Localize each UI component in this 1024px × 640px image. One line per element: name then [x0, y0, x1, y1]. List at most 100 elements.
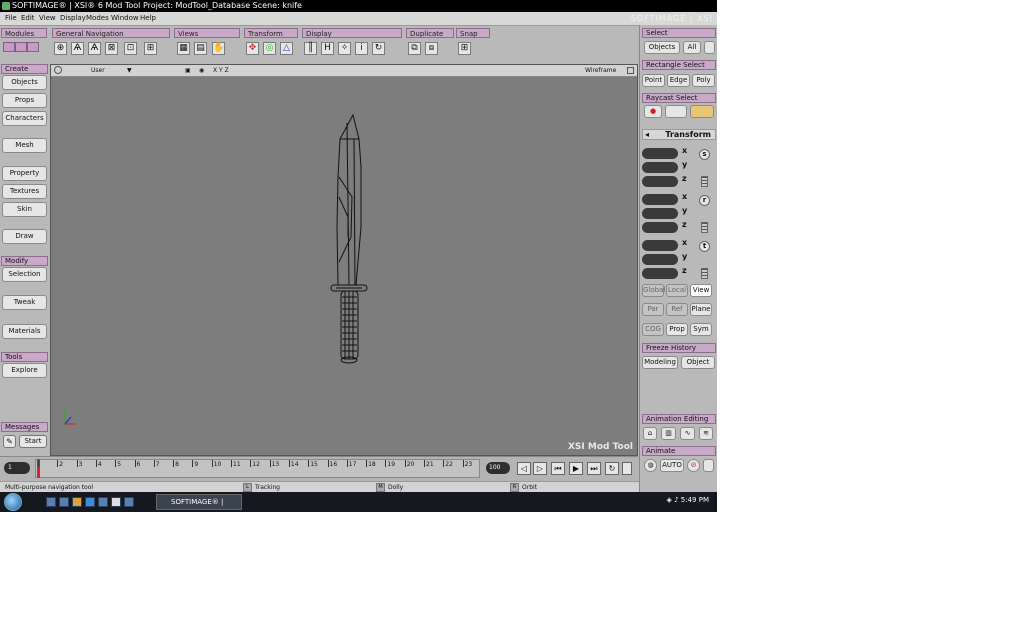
translate-button[interactable]: t: [699, 241, 710, 252]
quicklaunch-media-icon[interactable]: [98, 497, 108, 507]
draw-button[interactable]: Draw: [2, 229, 47, 244]
current-frame-field[interactable]: 1: [4, 462, 30, 474]
taskbar-softimage-item[interactable]: SOFTIMAGE® | XSI...: [156, 494, 242, 510]
scale-x-field[interactable]: [642, 148, 678, 159]
skin-button[interactable]: Skin: [2, 202, 47, 217]
freeze-modeling-button[interactable]: Modeling: [642, 356, 678, 369]
eye-icon[interactable]: ◉: [199, 65, 204, 76]
cog-button[interactable]: COG: [642, 323, 664, 336]
camera-icon[interactable]: ▣: [185, 65, 191, 76]
camera-dropdown-arrow-icon[interactable]: ▼: [127, 65, 132, 76]
quicklaunch-app-icon[interactable]: [124, 497, 134, 507]
maximize-viewport-icon[interactable]: [627, 67, 634, 74]
navigation-icon[interactable]: ⊕: [54, 42, 67, 55]
translate-lock-icon[interactable]: [701, 268, 708, 279]
select-options-icon[interactable]: [704, 41, 715, 54]
refresh-icon[interactable]: ↻: [372, 42, 385, 55]
edge-select-button[interactable]: Edge: [667, 74, 690, 87]
menu-display[interactable]: Display: [60, 14, 86, 22]
raycast-poly-icon[interactable]: [690, 105, 714, 118]
previous-key-icon[interactable]: ◁: [517, 462, 531, 475]
duplicate-icon[interactable]: ⧉: [408, 42, 421, 55]
view-split-icon[interactable]: ▤: [194, 42, 207, 55]
remove-key-icon[interactable]: ⊘: [687, 459, 700, 472]
scale-icon[interactable]: △: [280, 42, 293, 55]
anim-options-icon[interactable]: ≋: [699, 427, 713, 440]
rotate-button[interactable]: r: [699, 195, 710, 206]
key-icon[interactable]: ◍: [644, 459, 657, 472]
frame-selection-icon[interactable]: ⊡: [124, 42, 137, 55]
tray-network-icon[interactable]: ◈: [666, 496, 671, 504]
plane-button[interactable]: Plane: [690, 303, 712, 316]
reset-camera-icon[interactable]: ⊞: [144, 42, 157, 55]
snap-grid-icon[interactable]: ⊞: [458, 42, 471, 55]
quicklaunch-folder-icon[interactable]: [72, 497, 82, 507]
next-key-icon[interactable]: ▷: [533, 462, 547, 475]
camera-dropdown[interactable]: User: [91, 65, 105, 76]
modules-tab-1[interactable]: [3, 42, 15, 52]
duplicate-multiple-icon[interactable]: ⧈: [425, 42, 438, 55]
light-icon[interactable]: ✧: [338, 42, 351, 55]
frame-all-icon[interactable]: ⊠: [105, 42, 118, 55]
view-layout-icon[interactable]: ▦: [177, 42, 190, 55]
axis-filter[interactable]: X Y Z: [213, 65, 229, 76]
hand-icon[interactable]: ✋: [212, 42, 225, 55]
translate-z-field[interactable]: [642, 268, 678, 279]
tweak-button[interactable]: Tweak: [2, 295, 47, 310]
viewport-letter-icon[interactable]: [54, 66, 62, 74]
selection-button[interactable]: Selection: [2, 267, 47, 282]
walk-icon[interactable]: Ѧ: [71, 42, 84, 55]
fcurve-icon[interactable]: ∿: [680, 427, 695, 440]
scale-y-field[interactable]: [642, 162, 678, 173]
quicklaunch-document-icon[interactable]: [111, 497, 121, 507]
translate-icon[interactable]: ✥: [246, 42, 259, 55]
bounding-box-icon[interactable]: ║: [304, 42, 317, 55]
rotate-icon[interactable]: ◎: [263, 42, 276, 55]
menu-view[interactable]: View: [39, 14, 56, 22]
loop-icon[interactable]: ↻: [605, 462, 619, 475]
scale-lock-icon[interactable]: [701, 176, 708, 187]
knife-wireframe[interactable]: [51, 77, 637, 455]
viewport[interactable]: User ▼ ▣ ◉ X Y Z Wireframe XSI Mod Tool: [50, 64, 638, 456]
play-icon[interactable]: ▶: [569, 462, 583, 475]
keyframe-grid-icon[interactable]: ▥: [661, 427, 676, 440]
start-button[interactable]: Start: [19, 435, 47, 448]
explore-button[interactable]: Explore: [2, 363, 47, 378]
props-button[interactable]: Props: [2, 93, 47, 108]
animate-options-icon[interactable]: [703, 459, 714, 472]
info-icon[interactable]: i: [355, 42, 368, 55]
freeze-object-button[interactable]: Object: [681, 356, 715, 369]
translate-x-field[interactable]: [642, 240, 678, 251]
start-orb-icon[interactable]: [4, 493, 22, 511]
scale-button[interactable]: s: [699, 149, 710, 160]
select-objects-button[interactable]: Objects: [644, 41, 680, 54]
rotate-lock-icon[interactable]: [701, 222, 708, 233]
local-button[interactable]: Local: [666, 284, 688, 297]
orbit-icon[interactable]: Ѧ: [88, 42, 101, 55]
tray-clock[interactable]: 5:49 PM: [681, 496, 709, 504]
script-editor-icon[interactable]: ✎: [3, 435, 16, 448]
scale-z-field[interactable]: [642, 176, 678, 187]
end-frame-field[interactable]: 100: [486, 462, 510, 474]
select-all-button[interactable]: All: [683, 41, 701, 54]
timeline-ruler[interactable]: 2 3 4 5 6 7 8 9 10 11 12 13 14 15 16 17 18 19 20 21 22 23: [35, 459, 480, 478]
timeline-options-icon[interactable]: [622, 462, 632, 475]
menu-edit[interactable]: Edit: [21, 14, 35, 22]
menu-modes[interactable]: Modes: [86, 14, 109, 22]
tray-volume-icon[interactable]: ♪: [674, 496, 678, 504]
auto-key-button[interactable]: AUTO: [660, 459, 684, 472]
rotate-y-field[interactable]: [642, 208, 678, 219]
mesh-button[interactable]: Mesh: [2, 138, 47, 153]
rotate-z-field[interactable]: [642, 222, 678, 233]
menu-help[interactable]: Help: [140, 14, 156, 22]
prop-button[interactable]: Prop: [666, 323, 688, 336]
display-mode-dropdown[interactable]: Wireframe: [585, 65, 616, 76]
view-button[interactable]: View: [690, 284, 712, 297]
materials-button[interactable]: Materials: [2, 324, 47, 339]
objects-button[interactable]: Objects: [2, 75, 47, 90]
textures-button[interactable]: Textures: [2, 184, 47, 199]
quicklaunch-switch-icon[interactable]: [59, 497, 69, 507]
set-key-icon[interactable]: ⌂: [643, 427, 657, 440]
quicklaunch-desktop-icon[interactable]: [46, 497, 56, 507]
modules-tab-3[interactable]: [27, 42, 39, 52]
